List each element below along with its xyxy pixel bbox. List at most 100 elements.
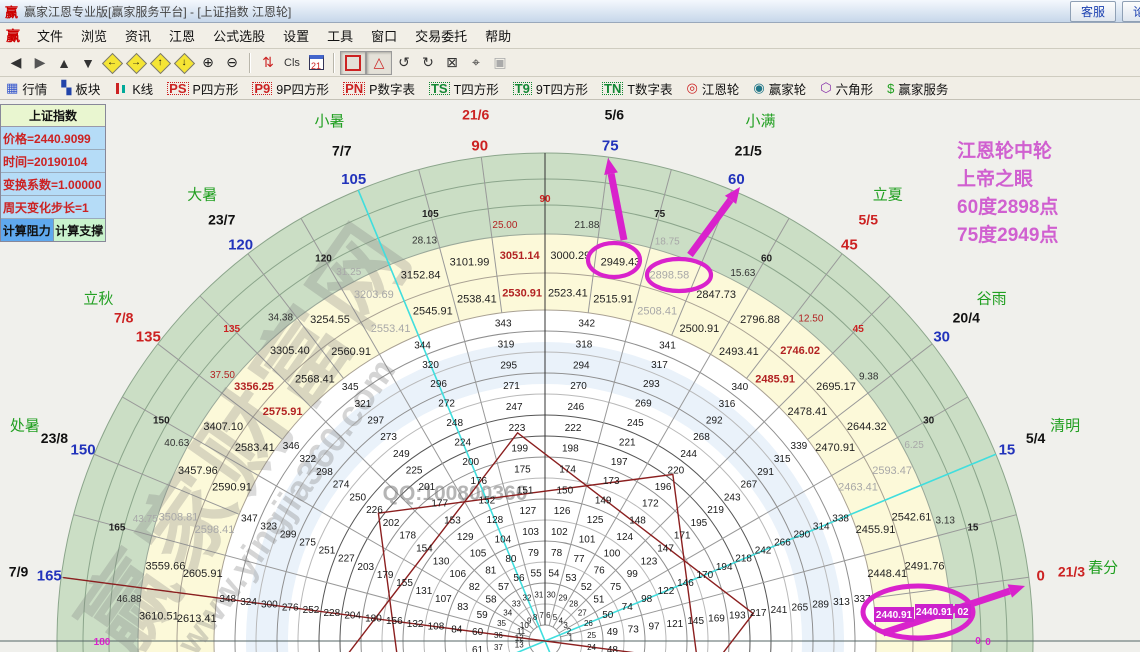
down-icon[interactable]: ▼: [76, 52, 100, 74]
menu-item-7[interactable]: 工具: [318, 24, 362, 47]
svg-text:56: 56: [513, 573, 525, 584]
gann-wheel-chart: 赢家财富网www.yingjia360.comQQ:10080036012345…: [0, 100, 1140, 652]
svg-text:241: 241: [771, 605, 788, 616]
pan-right-icon[interactable]: →: [124, 52, 148, 74]
svg-text:32: 32: [523, 594, 532, 603]
svg-text:200: 200: [462, 457, 479, 468]
crosshair-icon[interactable]: ⌖: [464, 52, 488, 74]
hexagon-button[interactable]: ⬡六角形: [820, 79, 873, 98]
svg-text:106: 106: [449, 569, 466, 580]
svg-text:37: 37: [494, 643, 503, 652]
winner-service-button[interactable]: $赢家服务: [887, 79, 948, 98]
svg-text:344: 344: [414, 340, 431, 351]
zoom-in-icon[interactable]: ⊕: [196, 52, 220, 74]
svg-text:21.88: 21.88: [574, 220, 599, 231]
pan-left-icon[interactable]: ←: [100, 52, 124, 74]
wheel-icon: ◉: [753, 80, 764, 96]
svg-text:30: 30: [933, 329, 950, 346]
t-square-button[interactable]: TST四方形: [429, 79, 499, 98]
screen-icon[interactable]: ▣: [488, 52, 512, 74]
svg-text:154: 154: [416, 543, 433, 554]
svg-text:107: 107: [435, 594, 452, 605]
menu-item-5[interactable]: 公式选股: [204, 24, 274, 47]
svg-text:297: 297: [367, 415, 384, 426]
menu-item-4[interactable]: 江恩: [160, 24, 204, 47]
menu-item-8[interactable]: 窗口: [362, 24, 406, 47]
square-tool-icon[interactable]: [340, 51, 366, 75]
secondary-button[interactable]: 论坛: [1122, 1, 1140, 22]
svg-text:2593.47: 2593.47: [872, 465, 912, 477]
svg-text:48: 48: [607, 645, 619, 652]
svg-text:3254.55: 3254.55: [310, 314, 350, 326]
panel-row-3: 变换系数=1.00000: [1, 173, 105, 196]
next-icon[interactable]: ▶: [28, 52, 52, 74]
prev-icon[interactable]: ◀: [4, 52, 28, 74]
svg-text:小暑: 小暑: [315, 113, 345, 130]
svg-text:5/4: 5/4: [1026, 430, 1046, 446]
zoom-out-icon[interactable]: ⊖: [220, 52, 244, 74]
pan-up-icon[interactable]: ↑: [148, 52, 172, 74]
svg-text:0: 0: [1037, 568, 1045, 585]
svg-text:2590.91: 2590.91: [212, 482, 252, 494]
p-number-table-button[interactable]: PNP数字表: [343, 79, 415, 98]
toolbar-item-label: P数字表: [369, 79, 415, 98]
xbox-icon[interactable]: ⊠: [440, 52, 464, 74]
p-square-button[interactable]: PSP四方形: [167, 79, 238, 98]
svg-text:60: 60: [728, 171, 745, 188]
svg-text:15: 15: [999, 442, 1016, 459]
svg-text:343: 343: [495, 319, 512, 330]
svg-text:57: 57: [498, 582, 510, 593]
kline-button[interactable]: K线: [114, 79, 153, 98]
updown-arrows-icon[interactable]: ⇅: [256, 52, 280, 74]
cls-button[interactable]: Cls: [280, 52, 304, 74]
svg-text:0: 0: [985, 637, 991, 648]
gann-wheel-button[interactable]: ◎江恩轮: [686, 79, 739, 98]
menu-item-3[interactable]: 资讯: [116, 24, 160, 47]
svg-text:316: 316: [719, 399, 736, 410]
svg-text:2470.91: 2470.91: [815, 442, 855, 454]
svg-text:36: 36: [494, 631, 503, 640]
svg-text:45: 45: [841, 236, 858, 253]
svg-text:0: 0: [975, 636, 981, 647]
triangle-tool-icon[interactable]: △: [366, 51, 392, 75]
9p-square-button[interactable]: P99P四方形: [252, 79, 329, 98]
rotate-ccw-icon[interactable]: ↺: [392, 52, 416, 74]
svg-text:28: 28: [569, 600, 578, 609]
customer-service-button[interactable]: 客服: [1070, 1, 1116, 22]
menu-item-2[interactable]: 浏览: [72, 24, 116, 47]
quotes-button[interactable]: ▦行情: [6, 79, 47, 98]
menu-item-9[interactable]: 交易委托: [406, 24, 476, 47]
svg-text:100: 100: [604, 549, 621, 560]
up-icon[interactable]: ▲: [52, 52, 76, 74]
svg-text:37.50: 37.50: [210, 370, 235, 381]
svg-text:3152.84: 3152.84: [401, 270, 441, 282]
svg-text:294: 294: [573, 360, 590, 371]
menu-item-1[interactable]: 文件: [28, 24, 72, 47]
svg-text:171: 171: [674, 531, 691, 542]
svg-text:314: 314: [813, 522, 830, 533]
pan-down-icon[interactable]: ↓: [172, 52, 196, 74]
svg-text:2523.41: 2523.41: [548, 288, 588, 300]
svg-text:60: 60: [761, 253, 773, 264]
t-number-table-button[interactable]: TNT数字表: [602, 79, 672, 98]
calendar-icon[interactable]: 21: [304, 52, 328, 74]
svg-text:269: 269: [635, 399, 652, 410]
svg-text:12.50: 12.50: [798, 313, 823, 324]
rotate-cw-icon[interactable]: ↻: [416, 52, 440, 74]
calc-support-button[interactable]: 计算支撑: [54, 219, 106, 241]
svg-text:75: 75: [654, 209, 666, 220]
svg-text:169: 169: [708, 613, 725, 624]
winner-wheel-button[interactable]: ◉赢家轮: [753, 79, 806, 98]
panel-row-2: 时间=20190104: [1, 150, 105, 173]
menu-item-6[interactable]: 设置: [274, 24, 318, 47]
arrow-glyph: →: [131, 57, 141, 68]
sectors-button[interactable]: ▚板块: [61, 79, 100, 98]
svg-text:193: 193: [729, 611, 746, 622]
svg-text:52: 52: [581, 582, 593, 593]
svg-text:7/7: 7/7: [332, 142, 352, 158]
svg-text:2478.41: 2478.41: [788, 406, 828, 418]
svg-text:220: 220: [668, 465, 685, 476]
calc-resistance-button[interactable]: 计算阻力: [1, 219, 54, 241]
menu-item-10[interactable]: 帮助: [476, 24, 520, 47]
9t-square-button[interactable]: T99T四方形: [513, 79, 588, 98]
